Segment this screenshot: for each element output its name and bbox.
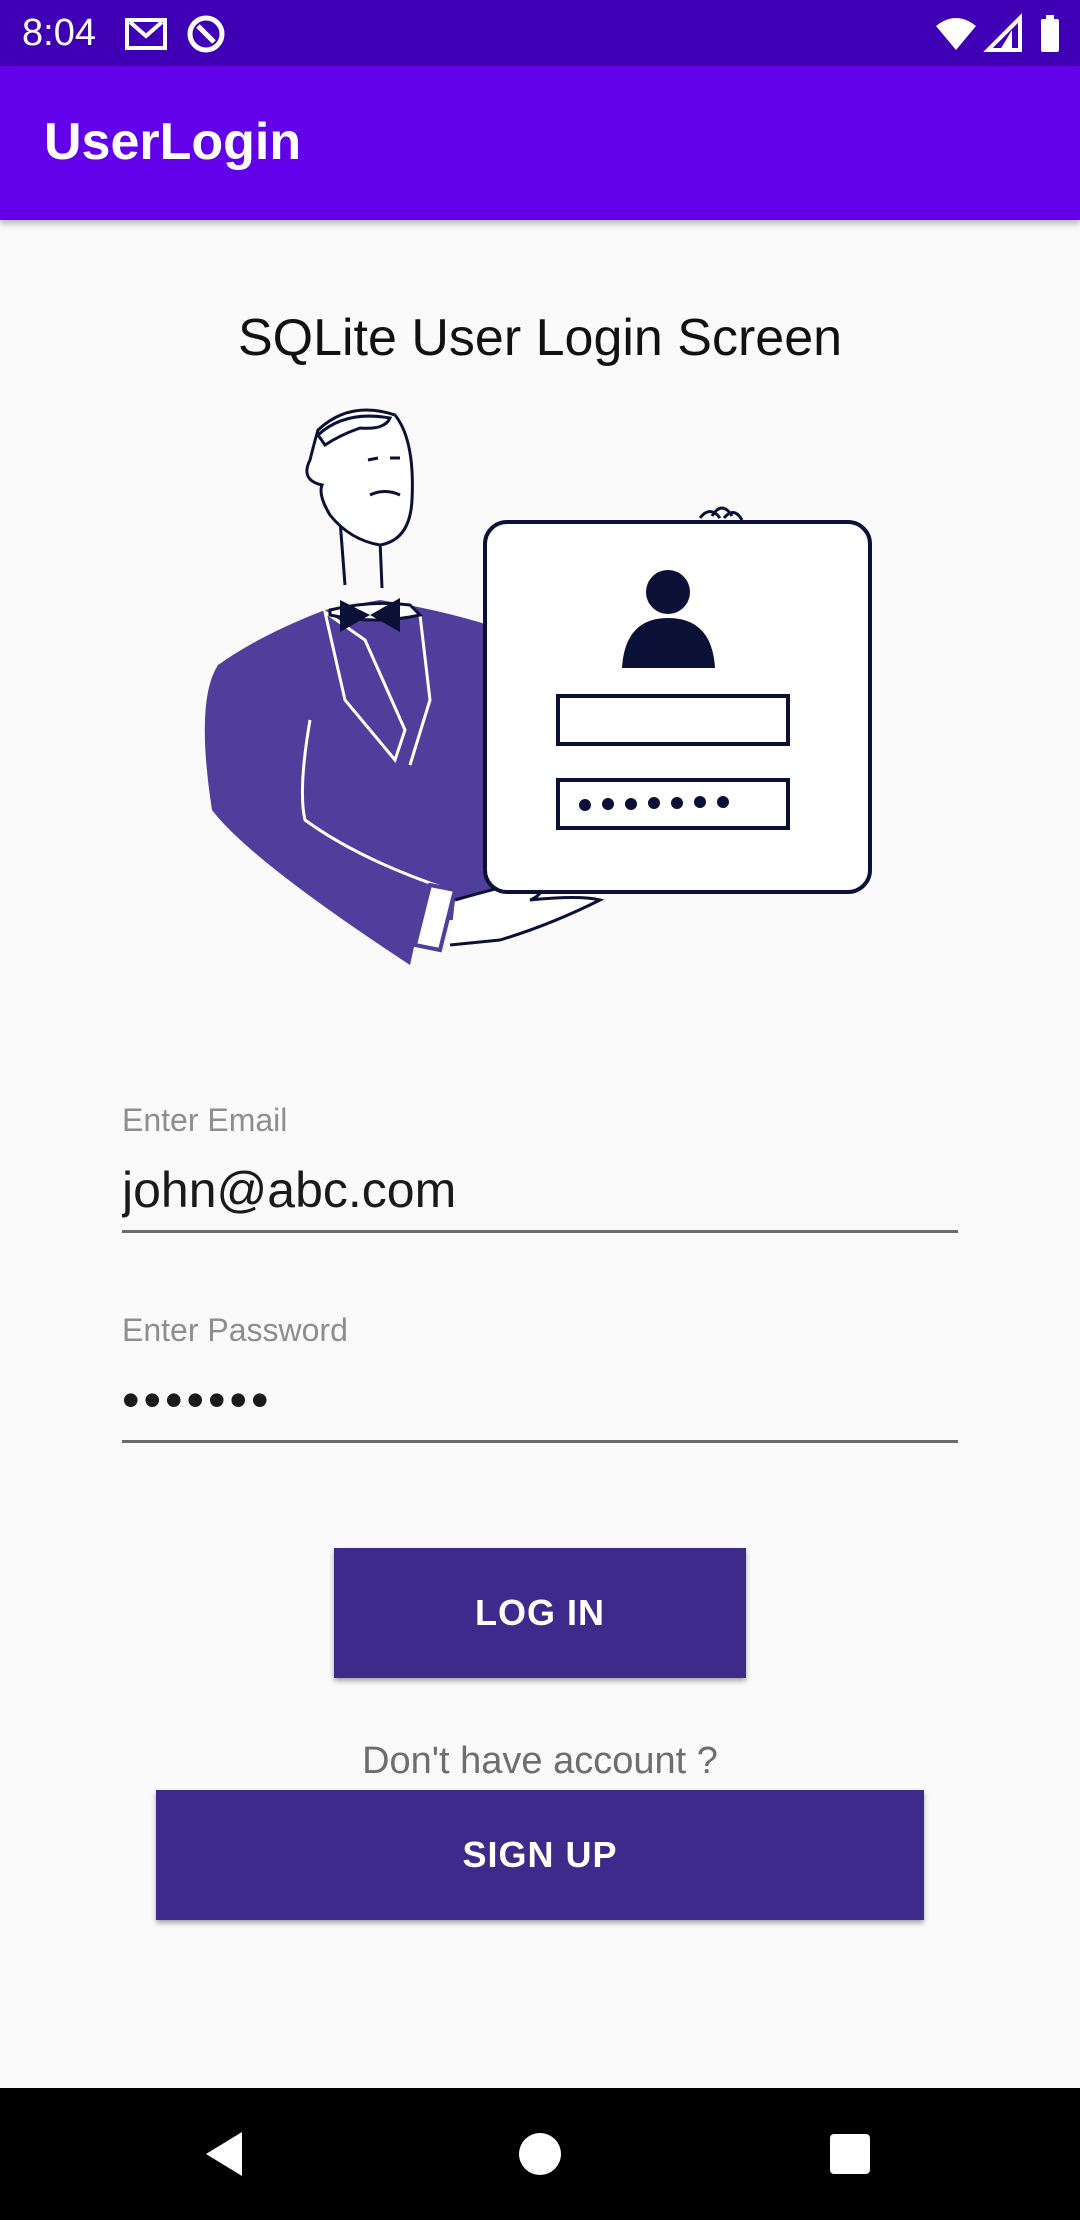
- app-title: UserLogin: [44, 113, 302, 171]
- password-field[interactable]: [122, 1370, 958, 1443]
- home-icon: [519, 2133, 561, 2175]
- signup-button[interactable]: SIGN UP: [156, 1790, 924, 1920]
- email-label: Enter Email: [122, 1102, 288, 1138]
- board-avatar-head: [646, 570, 690, 614]
- password-label: Enter Password: [122, 1312, 348, 1348]
- login-illustration: [204, 408, 872, 965]
- page-title: SQLite User Login Screen: [237, 309, 843, 367]
- home-button[interactable]: [504, 2118, 576, 2190]
- signal-icon: [983, 13, 1022, 52]
- recents-button[interactable]: [814, 2118, 886, 2190]
- fingers-on-board: [698, 506, 744, 521]
- login-button[interactable]: LOG IN: [334, 1548, 746, 1678]
- wifi-icon: [936, 18, 976, 50]
- battery-icon: [1041, 15, 1059, 52]
- gmail-icon: [125, 18, 167, 50]
- app-bar: UserLogin: [0, 66, 1080, 220]
- status-time: 8:04: [22, 12, 96, 54]
- back-button[interactable]: [190, 2118, 262, 2190]
- sync-icon: [187, 15, 225, 53]
- email-field[interactable]: [122, 1160, 958, 1233]
- navigation-bar: [0, 2088, 1080, 2220]
- recents-icon: [830, 2134, 870, 2174]
- back-icon: [206, 2132, 242, 2176]
- status-bar: 8:04: [0, 0, 1080, 66]
- signup-prompt: Don't have account ?: [362, 1740, 718, 1782]
